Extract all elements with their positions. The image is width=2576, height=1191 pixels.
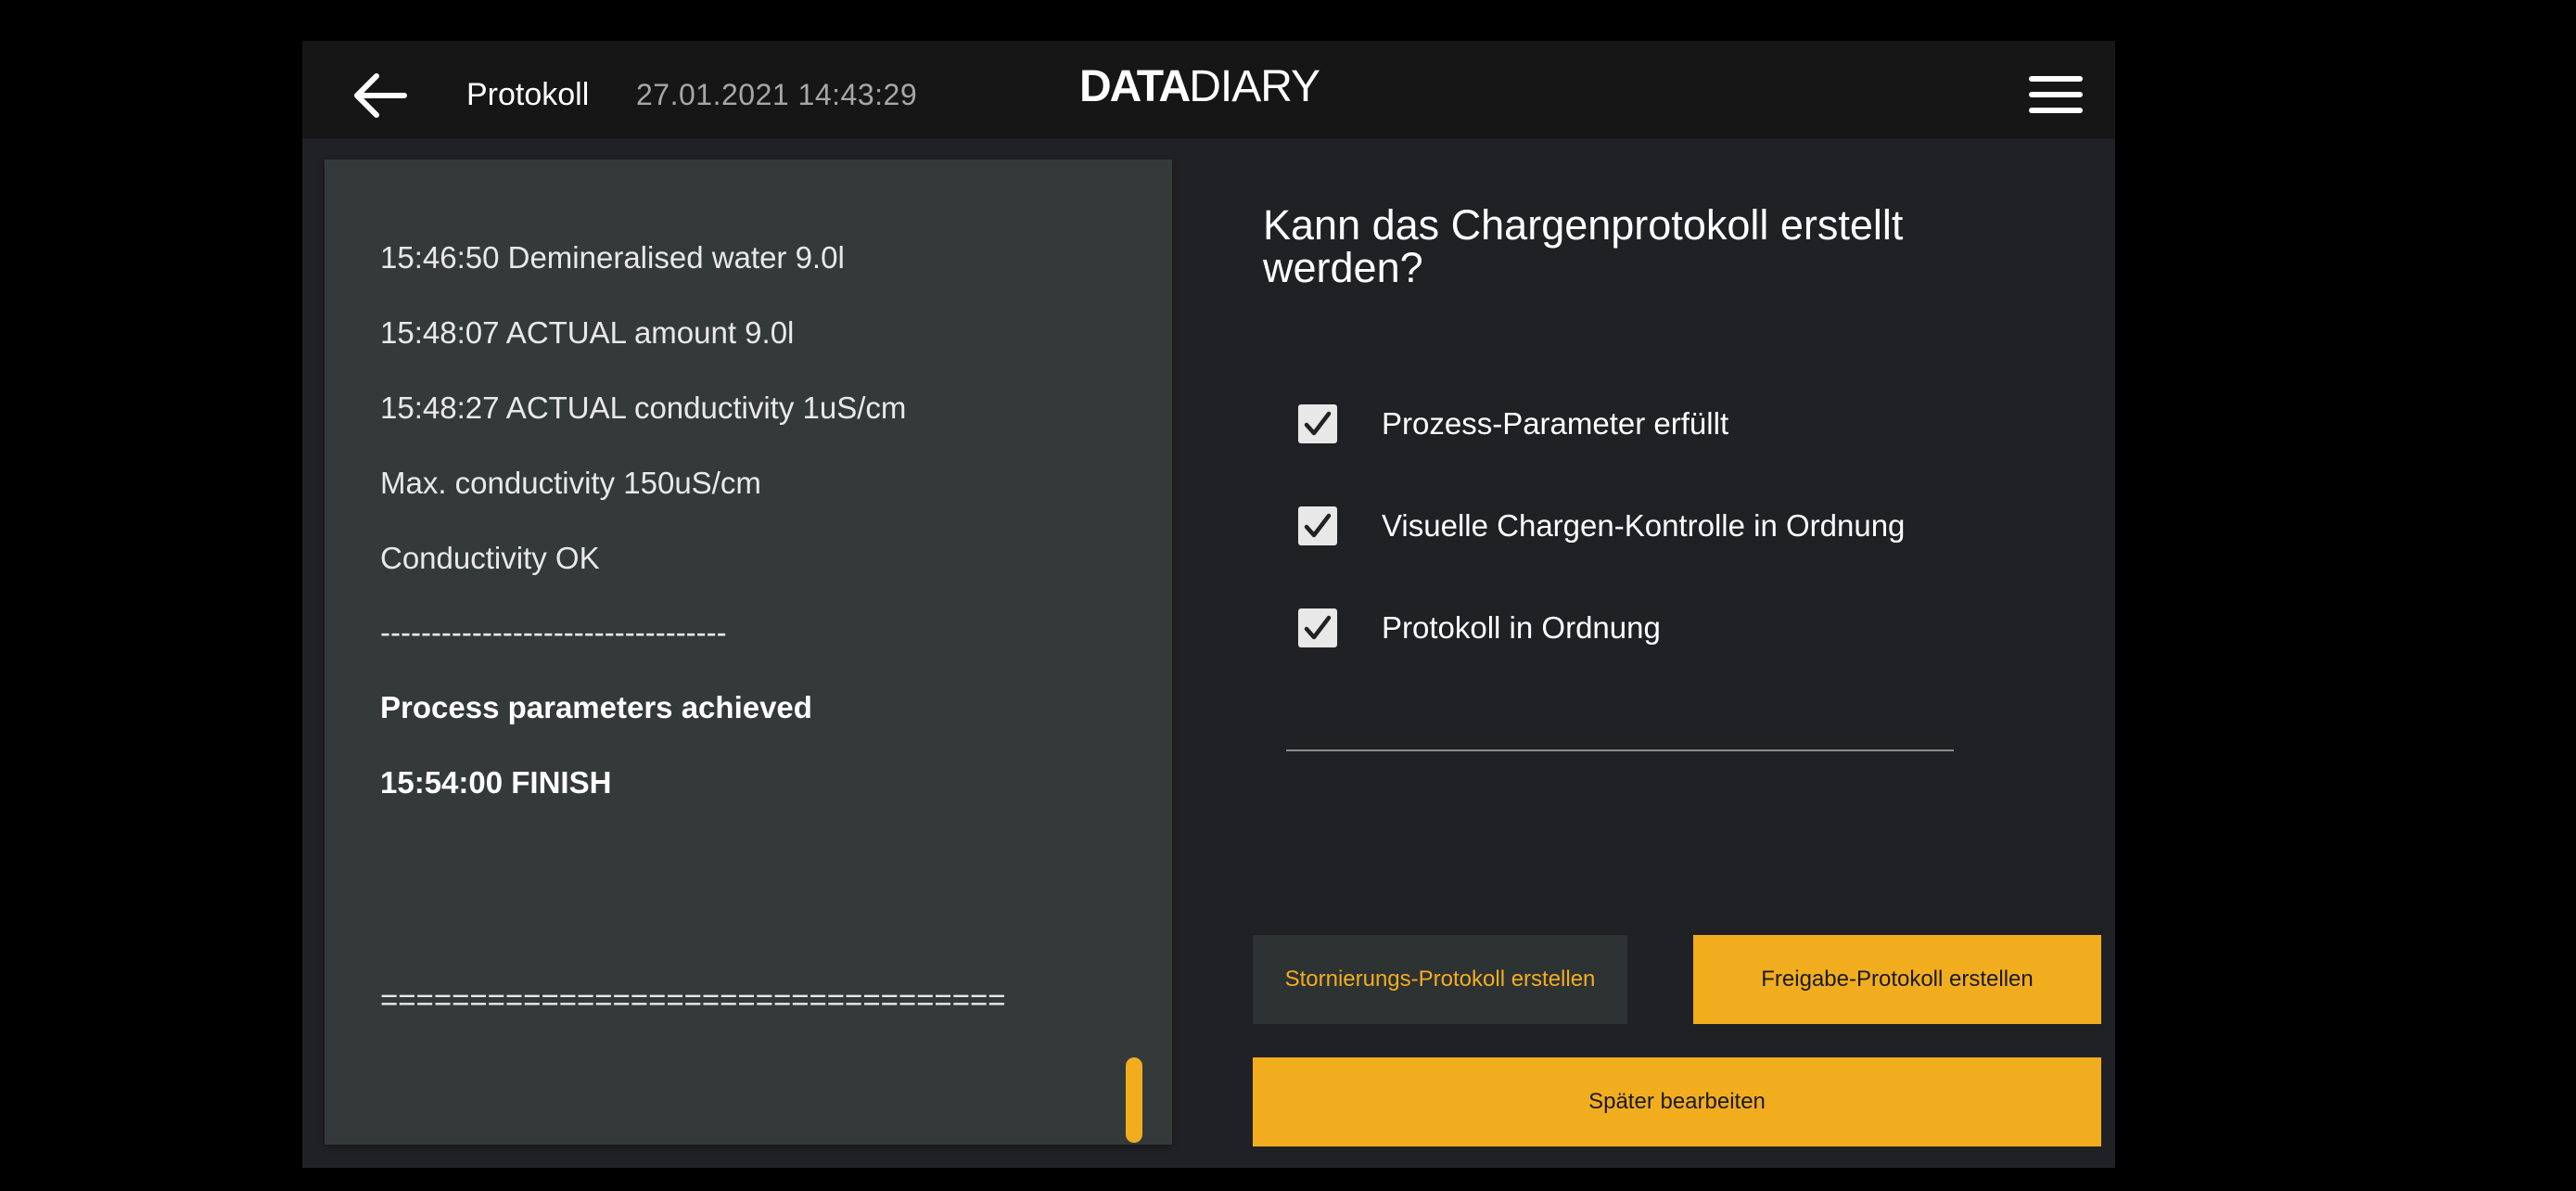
arrow-left-icon <box>354 73 407 118</box>
log-line: 15:48:27 ACTUAL conductivity 1uS/cm <box>380 391 907 425</box>
checkmark-icon <box>1304 513 1332 538</box>
dialog-question: Kann das Chargenprotokoll erstellt werde… <box>1263 201 1904 291</box>
protocol-log-panel[interactable]: 15:46:50 Demineralised water 9.0l 15:48:… <box>325 160 1172 1145</box>
log-line-highlight: 15:54:00 FINISH <box>380 765 612 800</box>
log-line: Max. conductivity 150uS/cm <box>380 466 761 500</box>
page-title: Protokoll <box>466 77 590 112</box>
log-line: 15:46:50 Demineralised water 9.0l <box>380 240 845 275</box>
checkmark-icon <box>1304 615 1332 640</box>
log-separator: ---------------------------------- <box>380 615 727 649</box>
checkbox[interactable] <box>1298 506 1337 545</box>
menu-button[interactable] <box>2029 72 2083 119</box>
datadiary-logo: DATADIARY <box>1079 61 1320 113</box>
create-cancellation-protocol-button[interactable]: Stornierungs-Protokoll erstellen <box>1253 935 1627 1024</box>
app-window: Protokoll 27.01.2021 14:43:29 DATADIARY … <box>302 41 2115 1168</box>
timestamp: 27.01.2021 14:43:29 <box>636 78 918 111</box>
log-line: Conductivity OK <box>380 541 600 575</box>
log-separator: =================================== <box>380 982 1006 1017</box>
checkbox[interactable] <box>1298 404 1337 443</box>
hamburger-menu-icon <box>2029 76 2083 82</box>
logo-bold-text: DATA <box>1079 62 1191 111</box>
create-release-protocol-button[interactable]: Freigabe-Protokoll erstellen <box>1693 935 2101 1024</box>
log-line-highlight: Process parameters achieved <box>380 690 812 724</box>
hamburger-menu-icon-bar <box>2029 108 2083 113</box>
check-label: Prozess-Parameter erfüllt <box>1382 406 1729 441</box>
hamburger-menu-icon-bar <box>2029 92 2083 97</box>
checkbox[interactable] <box>1298 608 1337 647</box>
log-line: 15:48:07 ACTUAL amount 9.0l <box>380 315 795 350</box>
edit-later-button[interactable]: Später bearbeiten <box>1253 1057 2101 1146</box>
checkmark-icon <box>1304 411 1332 436</box>
check-label: Protokoll in Ordnung <box>1382 610 1661 645</box>
logo-light-text: DIARY <box>1189 62 1320 111</box>
top-bar: Protokoll 27.01.2021 14:43:29 DATADIARY <box>302 41 2115 138</box>
divider <box>1286 749 1954 751</box>
check-label: Visuelle Chargen-Kontrolle in Ordnung <box>1382 508 1906 543</box>
back-button[interactable] <box>349 69 412 122</box>
log-scrollbar-thumb[interactable] <box>1126 1057 1142 1143</box>
